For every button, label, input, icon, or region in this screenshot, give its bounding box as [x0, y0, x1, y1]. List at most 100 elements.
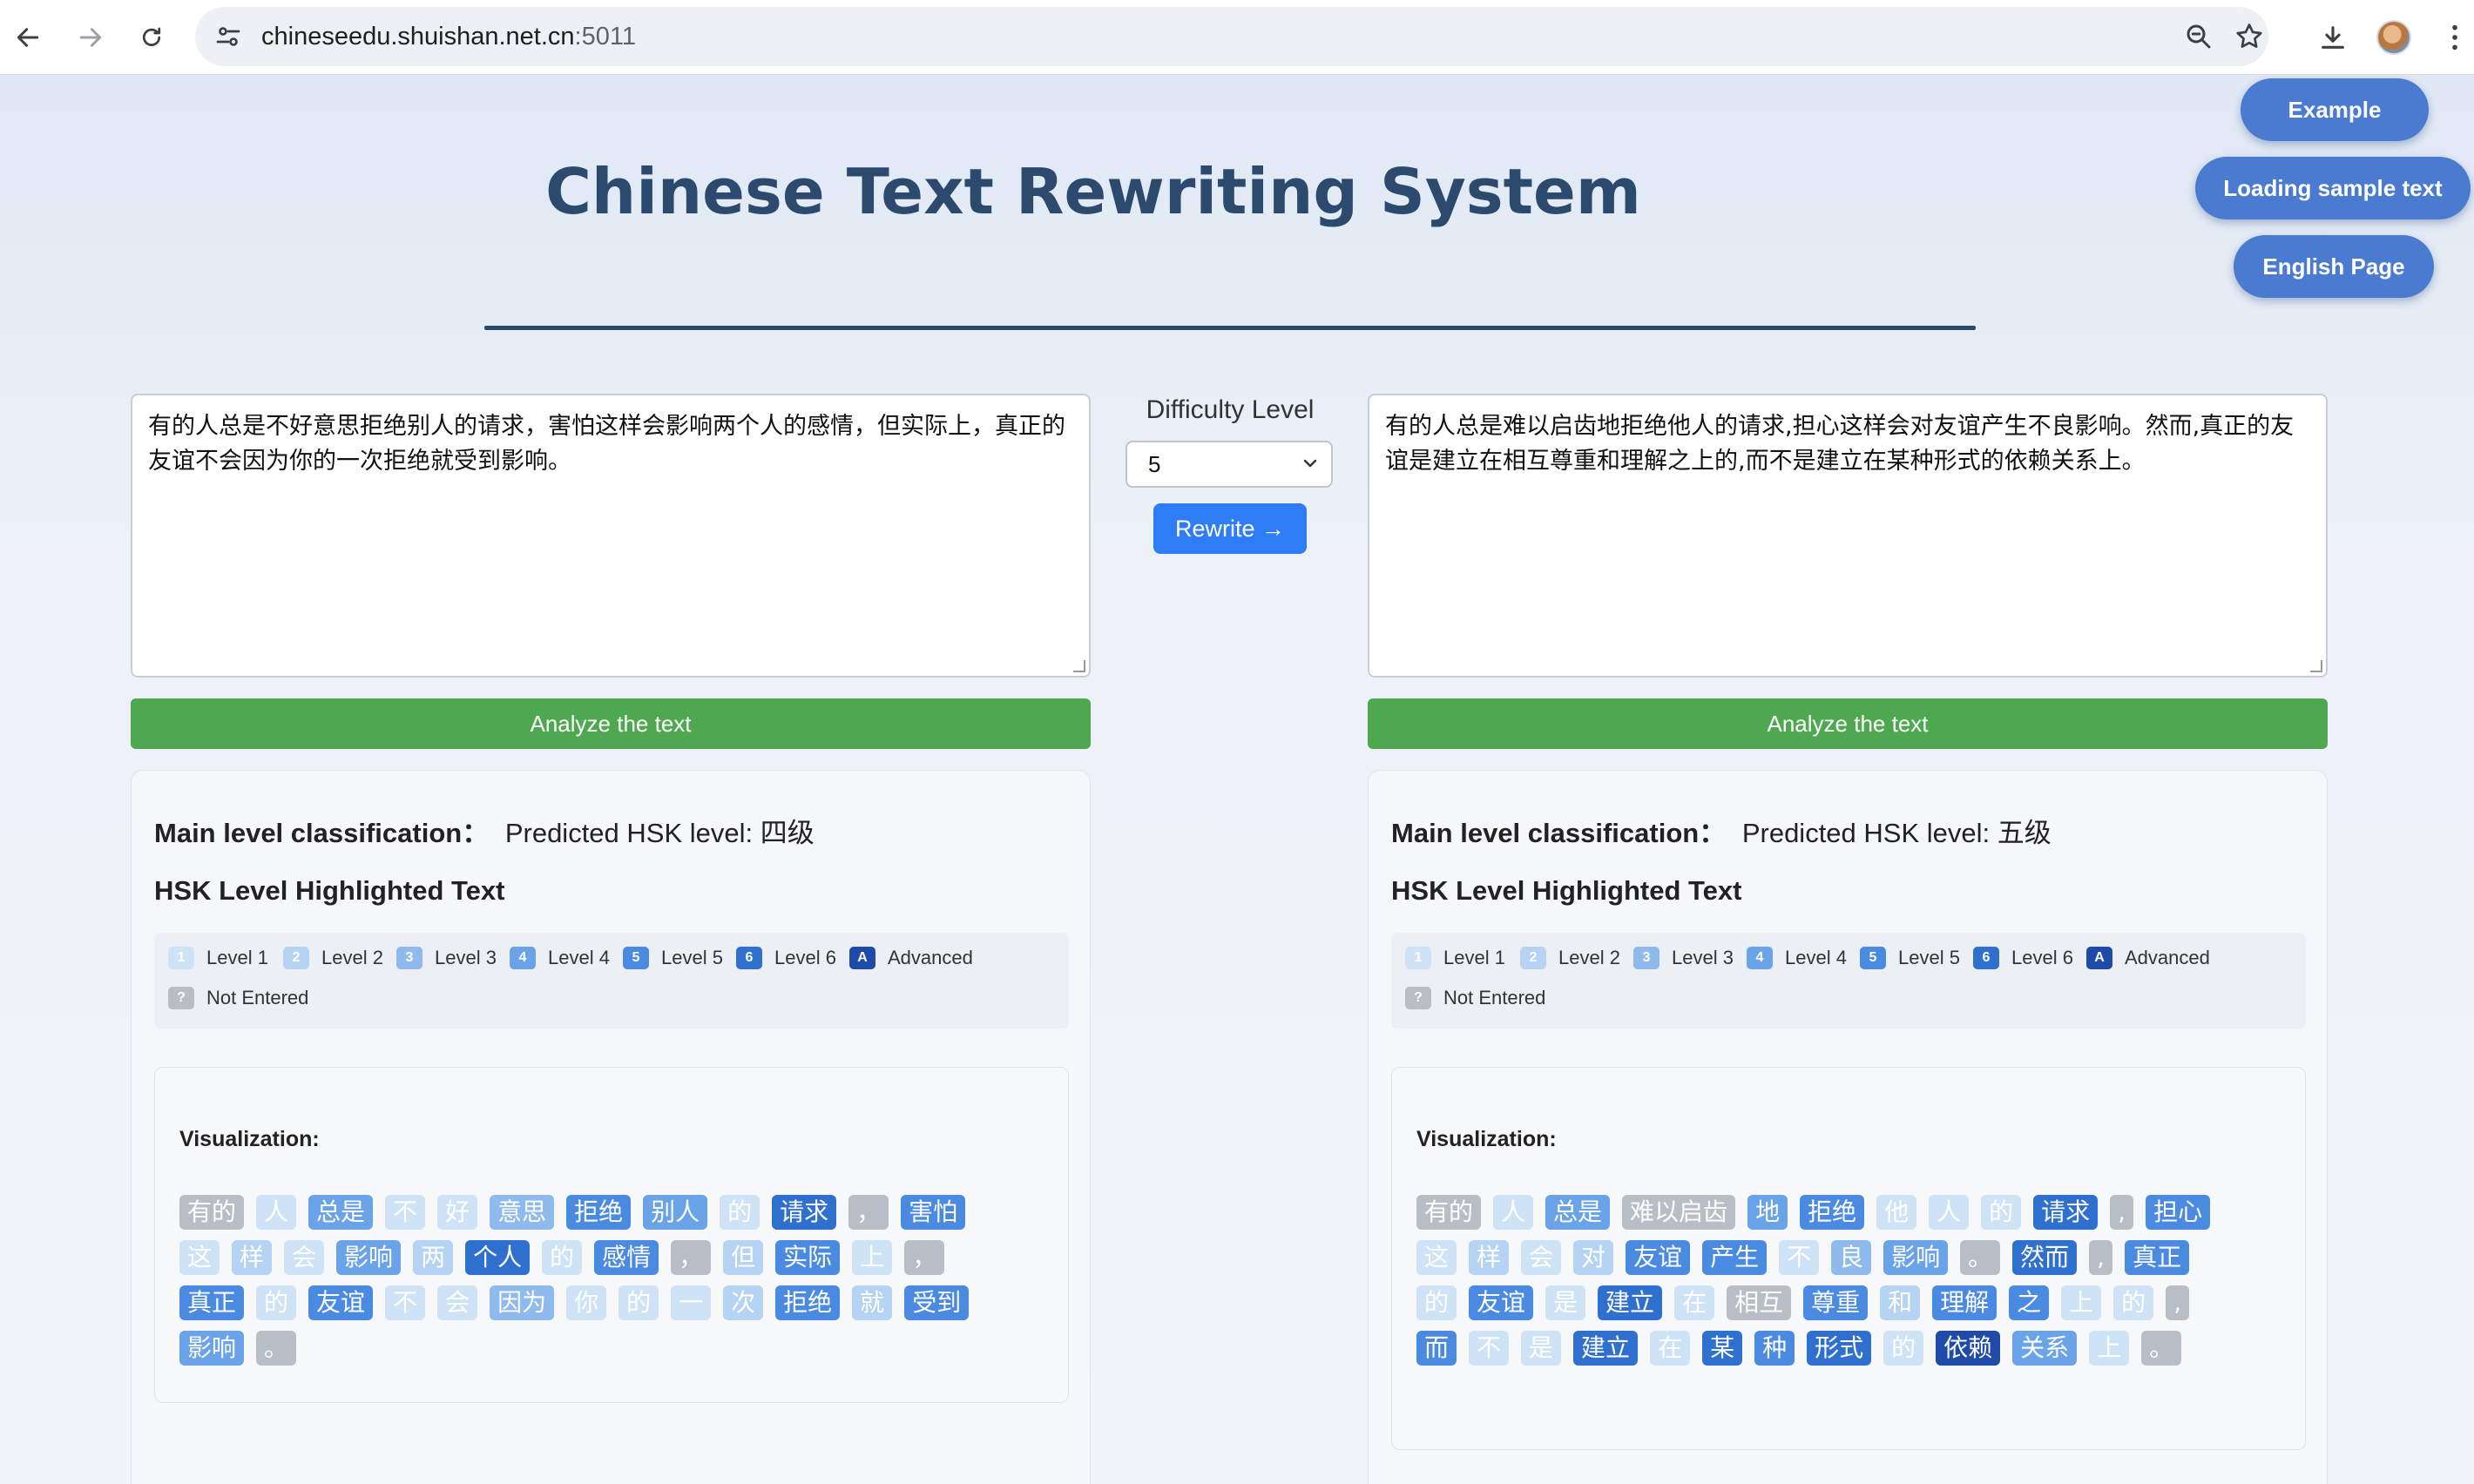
token: 他 [1876, 1195, 1917, 1230]
english-page-button[interactable]: English Page [2234, 235, 2434, 298]
token: 感情 [594, 1240, 659, 1275]
resize-handle[interactable] [2310, 660, 2322, 672]
token-list: 有的人总是不好意思 拒绝 别人的请求，害怕这样会影响两个人的感情，但实际上，真正的友… [179, 1195, 1016, 1376]
level-2-badge: 2 [283, 947, 309, 969]
token: ， [848, 1195, 889, 1230]
token: 次 [723, 1285, 764, 1320]
token: 上 [2061, 1285, 2102, 1320]
token-list: 有的人总是 难以启齿地拒绝他人的请求, 担心这样会对友谊 产生不良影响。然而, 真正的友… [1416, 1195, 2253, 1376]
token: 人 [256, 1195, 297, 1230]
token: 在 [1650, 1331, 1691, 1366]
token: 对 [1573, 1240, 1614, 1275]
resize-handle[interactable] [1073, 660, 1085, 672]
token: 会 [437, 1285, 478, 1320]
token: 总是 [308, 1195, 374, 1230]
input-text: 有的人总是不好意思拒绝别人的请求，害怕这样会影响两个人的感情，但实际上，真正的友… [148, 413, 1065, 475]
token: 的 [2113, 1285, 2154, 1320]
token: 真正 [179, 1285, 245, 1320]
level-6-badge: 6 [1973, 947, 1999, 969]
zoom-icon[interactable] [2183, 21, 2214, 52]
level-legend: 1 Level 1 2 Level 2 3 Level 3 4 Level 4 5 Lev… [1391, 933, 2306, 1029]
token: 形式 [1807, 1331, 1872, 1366]
back-icon[interactable] [5, 15, 51, 60]
token: 担心 [2146, 1195, 2211, 1230]
level-6-badge: 6 [736, 947, 762, 969]
download-icon[interactable] [2310, 15, 2356, 60]
url-text: chineseedu.shuishan.net.cn:5011 [261, 23, 636, 51]
token: 人 [1493, 1195, 1534, 1230]
token: 一 [671, 1285, 712, 1320]
page: Chinese Text Rewriting System Example Lo… [0, 75, 2474, 1484]
token: 拒绝 [775, 1285, 841, 1320]
token: 拒绝 [1800, 1195, 1865, 1230]
token: 关系 [2012, 1331, 2078, 1366]
token: 个人 [465, 1240, 531, 1275]
token: 不 [1469, 1331, 1510, 1366]
main-level-label: Main level classification： [154, 818, 490, 848]
visualization-box: Visualization: 有的人总是 难以启齿地拒绝他人的请求, 担心这样会对友… [1391, 1067, 2306, 1450]
highlight-title: HSK Level Highlighted Text [1391, 875, 1742, 906]
main-level-classification: Main level classification： Predicted HSK… [1391, 811, 2052, 850]
token: 。 [2141, 1331, 2182, 1366]
legend-item: 4 Level 4 [510, 947, 610, 969]
token: 良 [1831, 1240, 1872, 1275]
token: 的 [1416, 1285, 1457, 1320]
output-textarea[interactable]: 有的人总是难以启齿地拒绝他人的请求,担心这样会对友谊产生不良影响。然而,真正的友… [1368, 394, 2328, 678]
level-4-badge: 4 [1747, 947, 1773, 969]
address-bar[interactable]: chineseedu.shuishan.net.cn:5011 [195, 7, 2268, 66]
legend-item: 6 Level 6 [736, 947, 836, 969]
difficulty-select[interactable]: 5 [1125, 441, 1333, 488]
level-1-badge: 1 [168, 947, 194, 969]
bookmark-star-icon[interactable] [2234, 21, 2265, 52]
visualization-label: Visualization: [179, 1127, 320, 1151]
token: 地 [1747, 1195, 1788, 1230]
token: 友谊 [308, 1285, 374, 1320]
analyze-output-button[interactable]: Analyze the text [1368, 698, 2328, 749]
menu-kebab-icon[interactable] [2437, 15, 2472, 60]
token: 影响 [1883, 1240, 1949, 1275]
token: 是 [1521, 1331, 1562, 1366]
token: 某 [1702, 1331, 1743, 1366]
token: 你 [566, 1285, 607, 1320]
level-3-badge: 3 [396, 947, 422, 969]
forward-icon[interactable] [68, 15, 113, 60]
difficulty-label: Difficulty Level [1146, 395, 1315, 424]
chevron-down-icon [1301, 442, 1319, 502]
reload-icon[interactable] [129, 15, 174, 60]
legend-item: 5 Level 5 [1860, 947, 1960, 969]
predicted-level: Predicted HSK level: 四级 [504, 818, 815, 848]
token: 有的 [1416, 1195, 1482, 1230]
token: 会 [284, 1240, 325, 1275]
level-5-badge: 5 [1860, 947, 1886, 969]
token: 友谊 [1469, 1285, 1534, 1320]
token: 尊重 [1803, 1285, 1869, 1320]
site-info-icon[interactable] [213, 21, 244, 52]
token: 在 [1674, 1285, 1715, 1320]
output-text: 有的人总是难以启齿地拒绝他人的请求,担心这样会对友谊产生不良影响。然而,真正的友… [1385, 413, 2295, 475]
example-button[interactable]: Example [2241, 78, 2429, 141]
token: 影响 [336, 1240, 402, 1275]
token: , [2089, 1240, 2113, 1275]
token: , [2166, 1285, 2190, 1320]
token: , [2110, 1195, 2134, 1230]
token: 种 [1754, 1331, 1795, 1366]
profile-avatar[interactable] [2371, 15, 2417, 60]
predicted-level: Predicted HSK level: 五级 [1741, 818, 2052, 848]
legend-item: 6 Level 6 [1973, 947, 2073, 969]
token: 但 [723, 1240, 764, 1275]
level-5-badge: 5 [623, 947, 649, 969]
analyze-input-button[interactable]: Analyze the text [131, 698, 1091, 749]
token: 这 [179, 1240, 220, 1275]
loading-sample-button[interactable]: Loading sample text [2195, 157, 2471, 219]
token: 别人 [643, 1195, 708, 1230]
token: 会 [1521, 1240, 1562, 1275]
rewrite-button[interactable]: Rewrite → [1153, 503, 1307, 554]
token: 上 [2089, 1331, 2130, 1366]
token: 然而 [2012, 1240, 2078, 1275]
token: 影响 [179, 1331, 245, 1366]
input-textarea[interactable]: 有的人总是不好意思拒绝别人的请求，害怕这样会影响两个人的感情，但实际上，真正的友… [131, 394, 1091, 678]
token: 理解 [1932, 1285, 1997, 1320]
level-legend: 1 Level 1 2 Level 2 3 Level 3 4 Level 4 5 Lev… [154, 933, 1069, 1029]
right-result-panel: Main level classification： Predicted HSK… [1368, 770, 2328, 1484]
legend-item: 2 Level 2 [283, 947, 383, 969]
